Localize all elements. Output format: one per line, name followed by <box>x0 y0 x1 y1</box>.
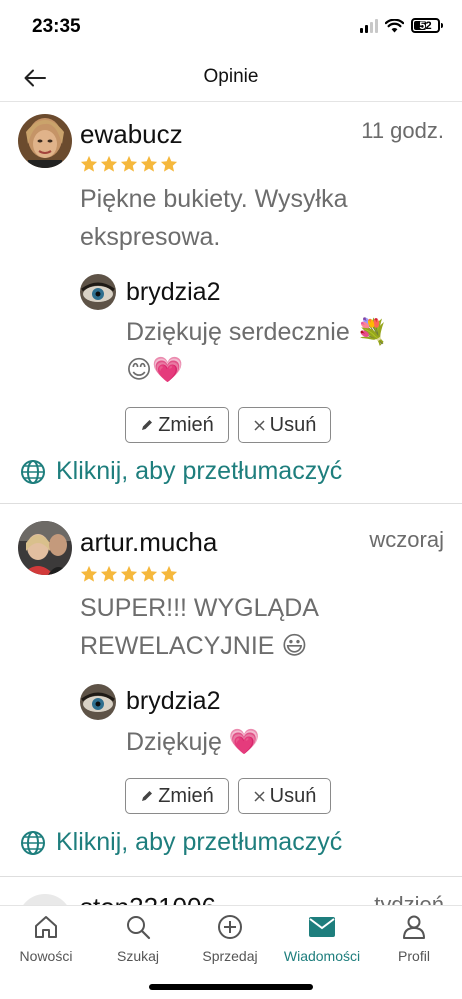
reply-username[interactable]: brydzia2 <box>126 278 221 307</box>
star-rating <box>80 155 178 173</box>
edit-reply-button[interactable]: Zmień <box>125 407 229 443</box>
pencil-icon <box>142 791 153 801</box>
reply-username[interactable]: brydzia2 <box>126 687 221 716</box>
globe-icon <box>21 830 45 855</box>
delete-label: Usuń <box>269 413 317 436</box>
star-icon <box>80 565 98 582</box>
tab-label: Wiadomości <box>283 948 361 964</box>
review-time: 11 godz. <box>361 118 444 143</box>
translate-link[interactable]: Kliknij, aby przetłumaczyć <box>20 457 342 486</box>
tab-profil[interactable]: Profil <box>368 912 460 964</box>
translate-label: Kliknij, aby przetłumaczyć <box>56 457 343 485</box>
star-rating <box>80 565 178 583</box>
pencil-icon <box>142 420 153 430</box>
globe-icon <box>21 459 45 484</box>
tab-nowosci[interactable]: Nowości <box>0 912 92 964</box>
translate-label: Kliknij, aby przetłumaczyć <box>56 828 343 856</box>
status-bar: 23:35 52 <box>0 0 462 54</box>
review-item: artur.mucha wczoraj SUPER!!! WYGLĄDA REW… <box>0 503 462 875</box>
page-title: Opinie <box>203 66 259 87</box>
close-icon <box>254 790 265 802</box>
star-icon <box>160 155 178 172</box>
reply-text: Dziękuję 💗 <box>126 728 260 756</box>
star-icon <box>100 155 118 172</box>
star-icon <box>120 565 138 582</box>
avatar[interactable] <box>18 894 72 905</box>
edit-label: Zmień <box>158 784 214 807</box>
star-icon <box>140 565 158 582</box>
star-icon <box>120 155 138 172</box>
battery-icon: 52 <box>411 18 443 33</box>
tab-label: Sprzedaj <box>202 948 258 964</box>
tab-wiadomosci[interactable]: Wiadomości <box>276 912 368 964</box>
reply-avatar[interactable] <box>80 684 116 720</box>
edit-label: Zmień <box>158 413 214 436</box>
delete-reply-button[interactable]: Usuń <box>238 778 331 814</box>
delete-label: Usuń <box>269 784 317 807</box>
star-icon <box>140 155 158 172</box>
review-text: SUPER!!! WYGLĄDA REWELACYJNIE 😃 <box>80 594 319 660</box>
star-icon <box>100 565 118 582</box>
review-username[interactable]: ewabucz <box>80 119 183 150</box>
edit-reply-button[interactable]: Zmień <box>125 778 229 814</box>
review-username[interactable]: artur.mucha <box>80 527 217 558</box>
delete-reply-button[interactable]: Usuń <box>238 407 331 443</box>
tab-label: Szukaj <box>116 948 160 964</box>
review-time: wczoraj <box>369 527 444 552</box>
avatar[interactable] <box>18 114 72 168</box>
battery-percentage: 52 <box>419 19 432 32</box>
review-item: ston221006 tydzień <box>0 876 462 905</box>
translate-link[interactable]: Kliknij, aby przetłumaczyć <box>20 828 342 857</box>
review-text: Piękne bukiety. Wysyłka ekspresowa. <box>80 185 348 251</box>
star-icon <box>160 565 178 582</box>
cellular-signal-icon <box>360 18 378 33</box>
review-item: ewabucz 11 godz. Piękne bukiety. Wysyłka… <box>0 103 462 503</box>
search-icon <box>123 912 153 942</box>
close-icon <box>254 419 265 431</box>
person-icon <box>399 912 429 942</box>
review-username[interactable]: ston221006 <box>80 892 216 905</box>
home-icon <box>31 912 61 942</box>
star-icon <box>80 155 98 172</box>
tab-label: Profil <box>398 948 430 964</box>
tab-szukaj[interactable]: Szukaj <box>92 912 184 964</box>
home-indicator <box>149 984 313 990</box>
reply-text: Dziękuję serdecznie 💐 😊💗 <box>126 318 388 384</box>
status-icons: 52 <box>360 18 443 33</box>
review-time: tydzień <box>374 892 444 905</box>
status-time: 23:35 <box>32 16 81 37</box>
tab-label: Nowości <box>19 948 73 964</box>
nav-bar: Opinie <box>0 54 462 102</box>
plus-circle-icon <box>215 912 245 942</box>
avatar[interactable] <box>18 521 72 575</box>
envelope-icon <box>307 912 337 942</box>
wifi-icon <box>385 18 404 32</box>
reply-avatar[interactable] <box>80 274 116 310</box>
tab-sprzedaj[interactable]: Sprzedaj <box>184 912 276 964</box>
